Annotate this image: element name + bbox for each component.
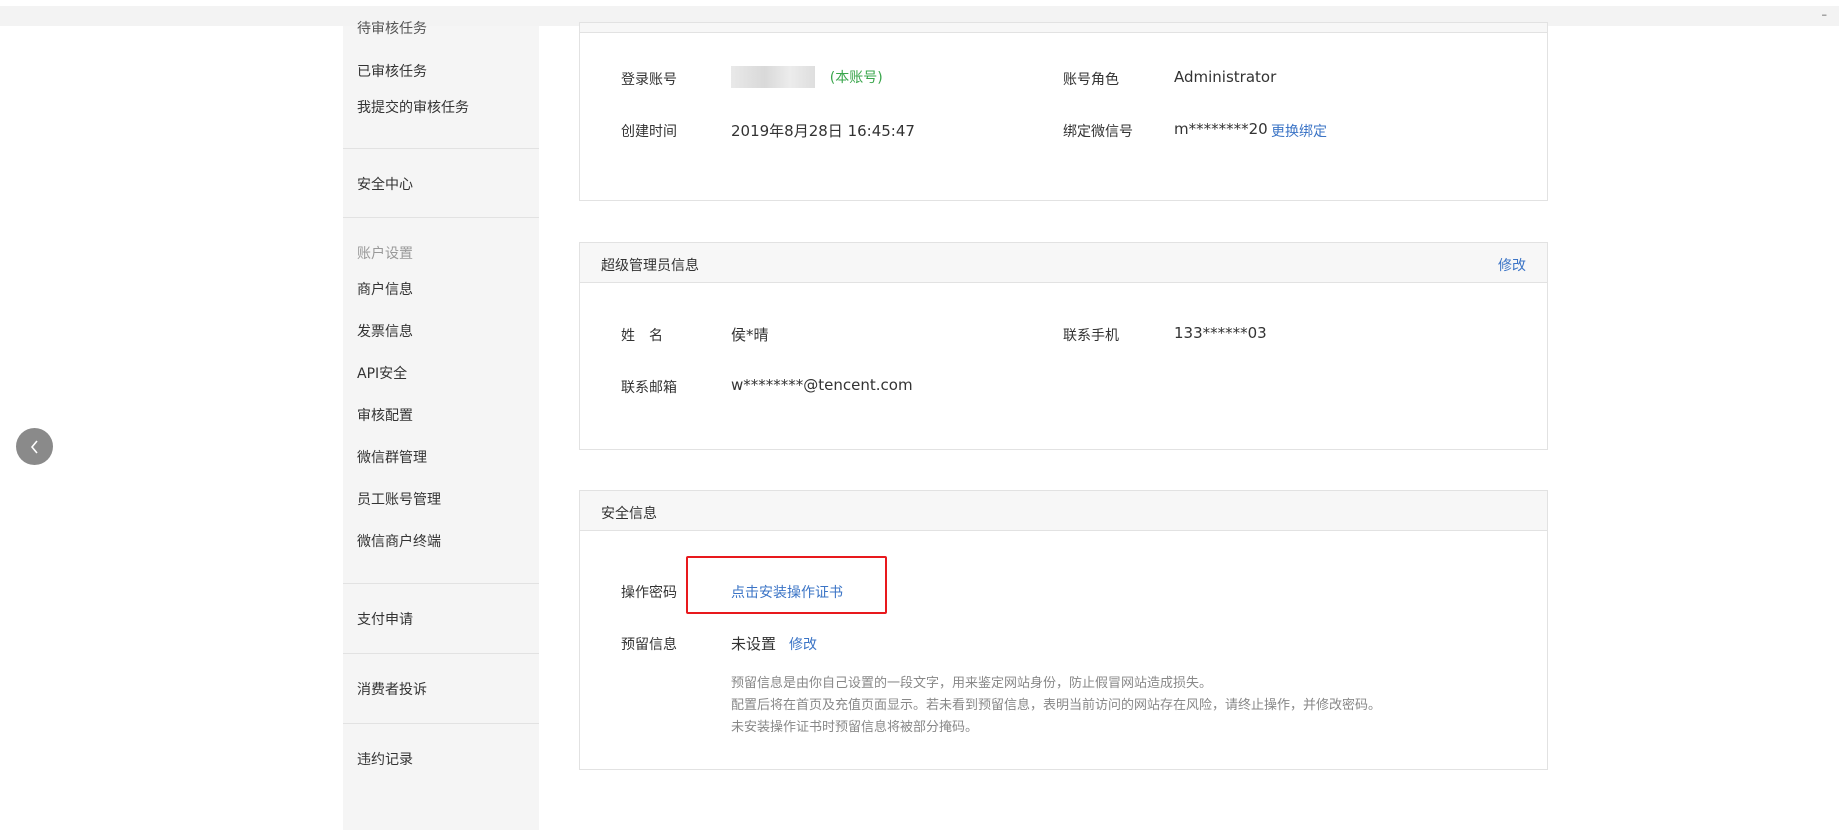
sidebar-divider xyxy=(343,583,539,584)
security-info-panel: 安全信息 操作密码 点击安装操作证书 预留信息 未设置 修改 预留信息是由你自己… xyxy=(579,490,1548,770)
sidebar-item-my-submitted[interactable]: 我提交的审核任务 xyxy=(357,97,469,117)
contact-email-value: w********@tencent.com xyxy=(731,376,913,394)
sidebar-item-review-config[interactable]: 审核配置 xyxy=(357,405,413,425)
reserved-info-label: 预留信息 xyxy=(621,637,677,653)
super-admin-title: 超级管理员信息 xyxy=(601,258,699,274)
sidebar-item-payment-application[interactable]: 支付申请 xyxy=(357,609,413,629)
sidebar-item-reviewed[interactable]: 已审核任务 xyxy=(357,61,427,81)
panel-head-clipped xyxy=(580,23,1547,33)
operation-password-label: 操作密码 xyxy=(621,585,677,601)
hint-line: 未安装操作证书时预留信息将被部分掩码。 xyxy=(731,720,979,735)
name-value: 侯*晴 xyxy=(731,326,769,344)
minimize-dash[interactable]: – xyxy=(1822,8,1828,21)
sidebar-item-merchant-terminal[interactable]: 微信商户终端 xyxy=(357,531,441,551)
sidebar-item-security-center[interactable]: 安全中心 xyxy=(357,174,413,194)
highlight-box xyxy=(686,556,887,614)
contact-phone-label: 联系手机 xyxy=(1063,328,1119,344)
created-time-label: 创建时间 xyxy=(621,124,677,140)
security-title: 安全信息 xyxy=(601,506,657,522)
page: 待审核任务 已审核任务 我提交的审核任务 安全中心 账户设置 商户信息 发票信息… xyxy=(0,21,1839,830)
reserved-info-value: 未设置 xyxy=(731,635,777,653)
sidebar-item-api-security[interactable]: API安全 xyxy=(357,363,407,383)
contact-phone-value: 133******03 xyxy=(1174,324,1267,342)
sidebar: 待审核任务 已审核任务 我提交的审核任务 安全中心 账户设置 商户信息 发票信息… xyxy=(343,21,539,830)
login-account-label: 登录账号 xyxy=(621,72,677,88)
super-admin-edit-link[interactable]: 修改 xyxy=(1498,255,1526,275)
sidebar-divider xyxy=(343,217,539,218)
account-info-panel: 登录账号 (本账号) 账号角色 Administrator 创建时间 2019年… xyxy=(579,22,1548,201)
name-label: 姓 名 xyxy=(621,328,663,344)
super-admin-panel-header: 超级管理员信息 修改 xyxy=(580,243,1547,283)
sidebar-item-consumer-complaints[interactable]: 消费者投诉 xyxy=(357,679,427,699)
login-account-value: (本账号) xyxy=(731,66,883,88)
back-button[interactable] xyxy=(16,428,53,465)
account-role-value: Administrator xyxy=(1174,68,1277,86)
sidebar-divider xyxy=(343,723,539,724)
sidebar-item-staff-accounts[interactable]: 员工账号管理 xyxy=(357,489,441,509)
chevron-left-icon xyxy=(30,439,38,454)
reserved-info-edit-link[interactable]: 修改 xyxy=(789,634,817,654)
sidebar-item-invoice-info[interactable]: 发票信息 xyxy=(357,321,413,341)
hint-line: 配置后将在首页及充值页面显示。若未看到预留信息，表明当前访问的网站存在风险，请终… xyxy=(731,698,1382,713)
sidebar-divider xyxy=(343,653,539,654)
this-account-tag: (本账号) xyxy=(829,69,883,86)
change-binding-link[interactable]: 更换绑定 xyxy=(1271,121,1327,141)
sidebar-section-account-settings: 账户设置 xyxy=(357,246,413,262)
bound-wechat-value: m********20 xyxy=(1174,120,1268,138)
bound-wechat-label: 绑定微信号 xyxy=(1063,124,1133,140)
sidebar-item-violation-records[interactable]: 违约记录 xyxy=(357,749,413,769)
super-admin-panel: 超级管理员信息 修改 姓 名 侯*晴 联系手机 133******03 联系邮箱… xyxy=(579,242,1548,450)
sidebar-item-pending-review[interactable]: 待审核任务 xyxy=(357,18,427,38)
sidebar-item-wechat-group[interactable]: 微信群管理 xyxy=(357,447,427,467)
contact-email-label: 联系邮箱 xyxy=(621,380,677,396)
account-role-label: 账号角色 xyxy=(1063,72,1119,88)
security-panel-header: 安全信息 xyxy=(580,491,1547,531)
sidebar-divider xyxy=(343,148,539,149)
sidebar-item-merchant-info[interactable]: 商户信息 xyxy=(357,279,413,299)
masked-account-block xyxy=(731,66,815,88)
hint-line: 预留信息是由你自己设置的一段文字，用来鉴定网站身份，防止假冒网站造成损失。 xyxy=(731,676,1213,691)
created-time-value: 2019年8月28日 16:45:47 xyxy=(731,122,915,140)
